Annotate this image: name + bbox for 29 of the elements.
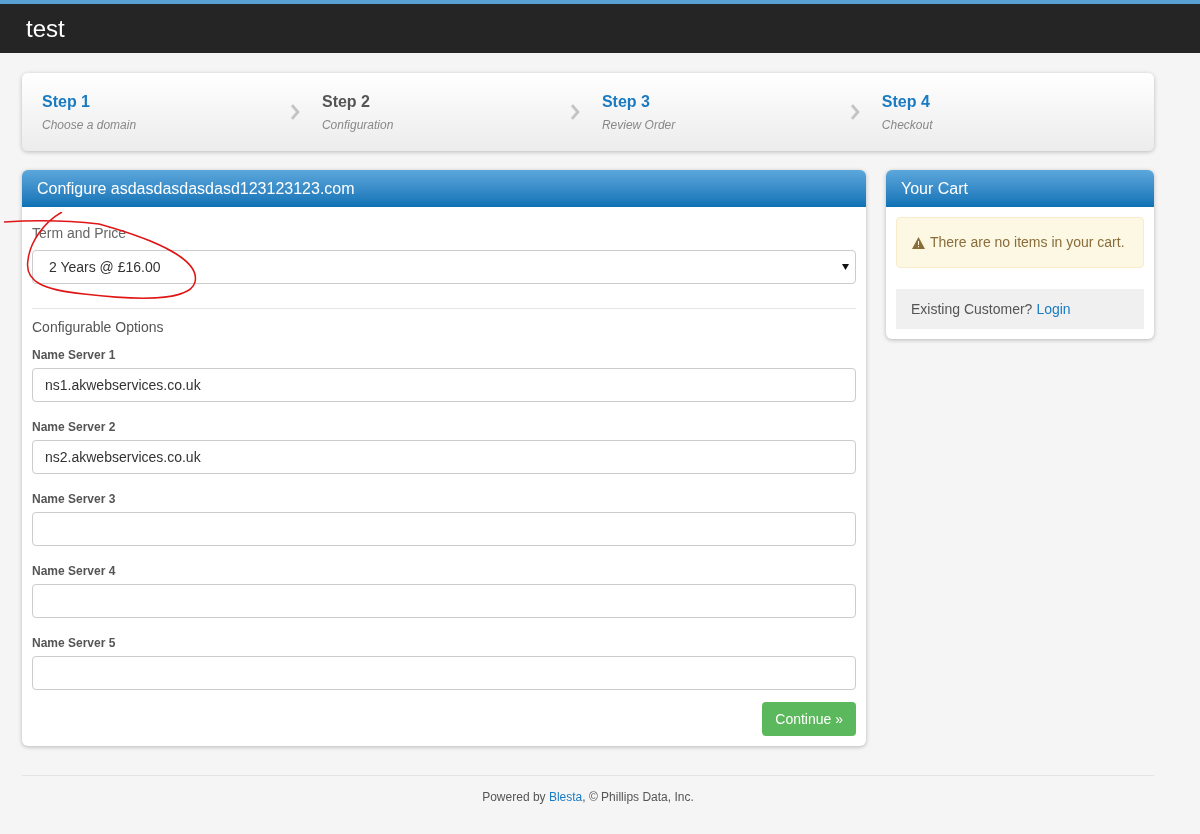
footer-text: Powered by Blesta, © Phillips Data, Inc. [482,789,694,806]
name-server-input[interactable]: ns2.akwebservices.co.uk [32,440,856,474]
login-prompt: Existing Customer? [911,299,1033,319]
site-title[interactable]: test [26,10,65,47]
name-server-input[interactable]: ns1.akwebservices.co.uk [32,368,856,402]
panel-title: Your Cart [901,178,968,199]
chevron-icon [290,104,300,120]
warning-icon [912,236,925,249]
field-label: Name Server 2 [32,419,117,436]
field-label: Name Server 5 [32,635,117,652]
section-heading: Configurable Options [32,318,165,337]
continue-button[interactable]: Continue » [762,702,856,736]
caret-icon [842,264,849,270]
chevron-icon [850,104,860,120]
step-item[interactable]: Step 3 Review Order [601,90,875,134]
field-label: Name Server 1 [32,347,117,364]
empty-cart-alert: There are no items in your cart. [896,217,1144,268]
panel-title: Configure asdasdasdasdasd123123123.com [37,178,355,199]
chevron-icon [570,104,580,120]
step-item[interactable]: Step 1 Choose a domain [42,90,315,134]
field-label: Name Server 3 [32,491,117,508]
name-server-input[interactable] [32,512,856,546]
name-server-input[interactable] [32,656,856,690]
name-server-input[interactable] [32,584,856,618]
step-item[interactable]: Step 4 Checkout [881,90,1154,134]
step-item[interactable]: Step 2 Configuration [321,90,595,134]
term-select[interactable]: 2 Years @ £16.00 [32,250,856,284]
login-link[interactable]: Login [1036,298,1071,320]
field-label: Name Server 4 [32,563,117,580]
